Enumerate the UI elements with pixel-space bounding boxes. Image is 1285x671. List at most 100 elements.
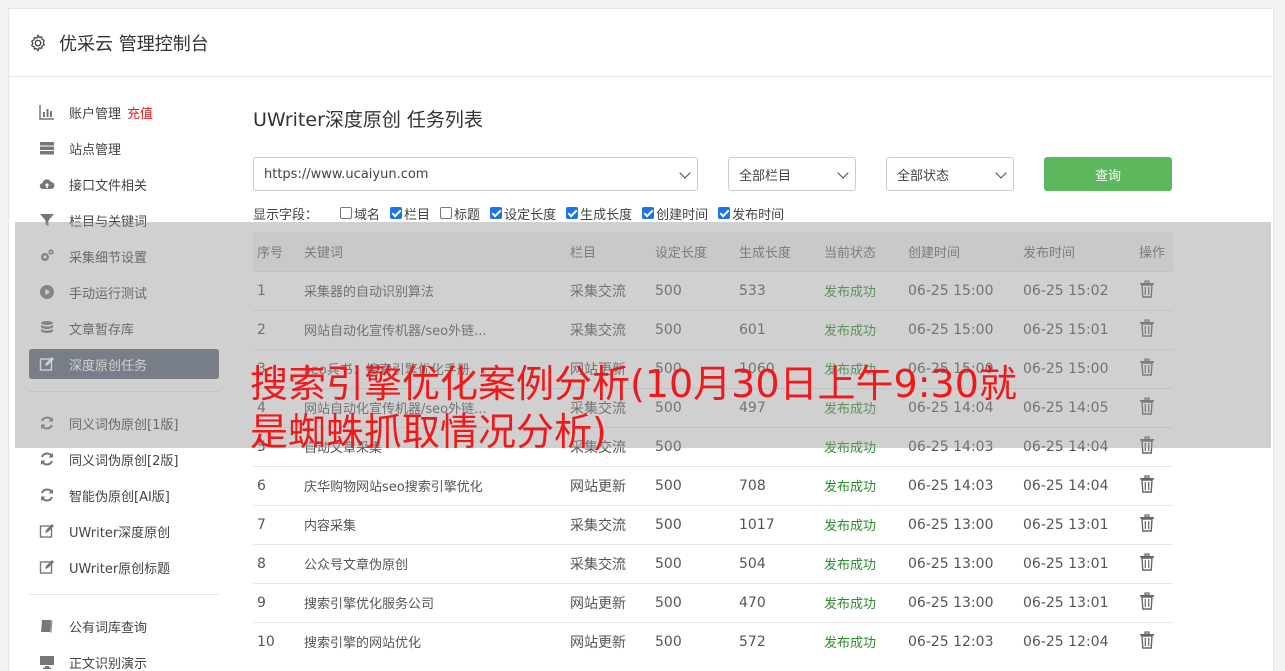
row-delete-action[interactable] [1135,543,1173,583]
monitor-icon [40,656,54,669]
row-index: 7 [253,504,300,544]
refresh-icon [41,452,53,466]
sidebar-item-public-lexicon[interactable]: 公有词库查询 [29,611,219,641]
edit-icon [39,560,54,574]
trash-icon[interactable] [1139,513,1155,532]
edit-icon [39,524,54,538]
sidebar-item-label: 正文识别演示 [69,656,148,671]
table-row: 9 搜索引擎优化服务公司 网站更新 500 470 发布成功 06-25 13:00 06-2… [253,582,1173,622]
row-set-length: 500 [651,582,735,622]
field-checkbox-published[interactable]: 发布时间 [718,204,784,223]
trash-icon[interactable] [1139,552,1155,571]
row-published-time: 06-25 13:01 [1019,504,1135,544]
checkbox-checked-icon [490,207,503,219]
checkbox-checked-icon [566,207,579,219]
sidebar-item-ai-rewrite[interactable]: 智能伪原创[AI版] [29,480,219,510]
sidebar-divider [29,594,219,595]
table-row: 8 公众号文章伪原创 采集交流 500 504 发布成功 06-25 13:00 06-25 … [253,543,1173,583]
row-keyword[interactable]: 公众号文章伪原创 [300,543,566,583]
main-content: UWriter深度原创 任务列表 https://www.ucaiyun.com… [253,105,1173,661]
sidebar-item-account[interactable]: 账户管理 充值 [29,97,219,127]
sidebar-item-label: 接口文件相关 [69,178,148,194]
field-checkbox-title[interactable]: 标题 [440,204,480,223]
refresh-icon [41,488,53,502]
status-select[interactable]: 全部状态 [886,157,1014,191]
column-select[interactable]: 全部栏目 [728,157,856,191]
checkbox-label: 设定长度 [504,207,557,223]
checkbox-label: 生成长度 [580,207,633,223]
site-select[interactable]: https://www.ucaiyun.com [253,157,698,191]
field-checkbox-set-length[interactable]: 设定长度 [490,204,556,223]
row-index: 8 [253,543,300,583]
row-set-length: 500 [651,465,735,505]
site-select-value: https://www.ucaiyun.com [264,166,429,182]
row-published-time: 06-25 13:01 [1019,543,1135,583]
row-published-time: 06-25 14:04 [1019,465,1135,505]
sidebar-item-interface-files[interactable]: 接口文件相关 [29,169,219,199]
filter-bar: https://www.ucaiyun.com 全部栏目 全部状态 查询 [253,157,1173,191]
page-scrollbar[interactable] [1275,0,1285,671]
row-created-time: 06-25 14:03 [904,465,1019,505]
row-index: 6 [253,465,300,505]
checkbox-label: 创建时间 [656,207,709,223]
watermark-text: 搜索引擎优化案例分析(10月30日上午9:30就是蜘蛛抓取情况分析) [250,362,1017,454]
column-select-value: 全部栏目 [739,168,792,184]
query-button[interactable]: 查询 [1044,157,1172,191]
row-delete-action[interactable] [1135,504,1173,544]
checkbox-label: 发布时间 [732,207,785,223]
sidebar-item-label: 智能伪原创[AI版] [69,489,170,505]
field-checkbox-created[interactable]: 创建时间 [642,204,708,223]
recharge-link[interactable]: 充值 [127,103,153,122]
row-published-time: 06-25 12:04 [1019,621,1135,661]
row-delete-action[interactable] [1135,465,1173,505]
row-published-time: 06-25 13:01 [1019,582,1135,622]
checkbox-icon [340,207,353,219]
row-keyword[interactable]: 内容采集 [300,504,566,544]
row-delete-action[interactable] [1135,582,1173,622]
row-keyword[interactable]: 庆华购物网站seo搜索引擎优化 [300,465,566,505]
row-status: 发布成功 [820,465,904,505]
row-status: 发布成功 [820,504,904,544]
sidebar-item-text-recognition[interactable]: 正文识别演示 [29,647,219,671]
row-column: 网站更新 [566,465,651,505]
sidebar-item-uwriter-deep[interactable]: UWriter深度原创 [29,516,219,546]
table-row: 10 搜索引擎的网站优化 网站更新 500 572 发布成功 06-25 12:03 06-2… [253,621,1173,661]
checkbox-label: 栏目 [404,207,431,223]
gear-icon [30,33,46,52]
checkbox-checked-icon [718,207,731,219]
sidebar-item-sites[interactable]: 站点管理 [29,133,219,163]
row-column: 网站更新 [566,621,651,661]
row-set-length: 500 [651,504,735,544]
console-title: 优采云 管理控制台 [59,33,209,55]
bar-chart-icon [39,105,54,120]
row-gen-length: 470 [735,582,820,622]
sidebar-item-synonym-v2[interactable]: 同义词伪原创[2版] [29,444,219,474]
page-title: UWriter深度原创 任务列表 [253,109,483,131]
server-icon [40,142,54,155]
cloud-upload-icon [39,179,55,190]
table-row: 7 内容采集 采集交流 500 1017 发布成功 06-25 13:00 06-25 13:… [253,504,1173,544]
field-checkbox-domain[interactable]: 域名 [340,204,380,223]
sidebar-item-label: UWriter深度原创 [69,525,171,541]
chevron-down-icon [679,167,691,179]
book-icon [41,620,53,633]
row-delete-action[interactable] [1135,621,1173,661]
trash-icon[interactable] [1139,474,1155,493]
row-column: 采集交流 [566,504,651,544]
trash-icon[interactable] [1139,631,1155,649]
checkbox-label: 域名 [354,207,381,223]
row-gen-length: 1017 [735,504,820,544]
row-keyword[interactable]: 搜索引擎优化服务公司 [300,582,566,622]
field-checkbox-gen-length[interactable]: 生成长度 [566,204,632,223]
status-select-value: 全部状态 [897,168,950,184]
trash-icon[interactable] [1139,591,1155,610]
row-status: 发布成功 [820,621,904,661]
row-keyword[interactable]: 搜索引擎的网站优化 [300,621,566,661]
sidebar-item-label: 站点管理 [69,142,122,158]
sidebar-item-label: UWriter原创标题 [69,561,171,577]
table-row: 6 庆华购物网站seo搜索引擎优化 网站更新 500 708 发布成功 06-25 14:0… [253,465,1173,505]
row-created-time: 06-25 13:00 [904,504,1019,544]
sidebar-item-uwriter-title[interactable]: UWriter原创标题 [29,552,219,582]
field-checkbox-column[interactable]: 栏目 [390,204,430,223]
row-column: 采集交流 [566,543,651,583]
